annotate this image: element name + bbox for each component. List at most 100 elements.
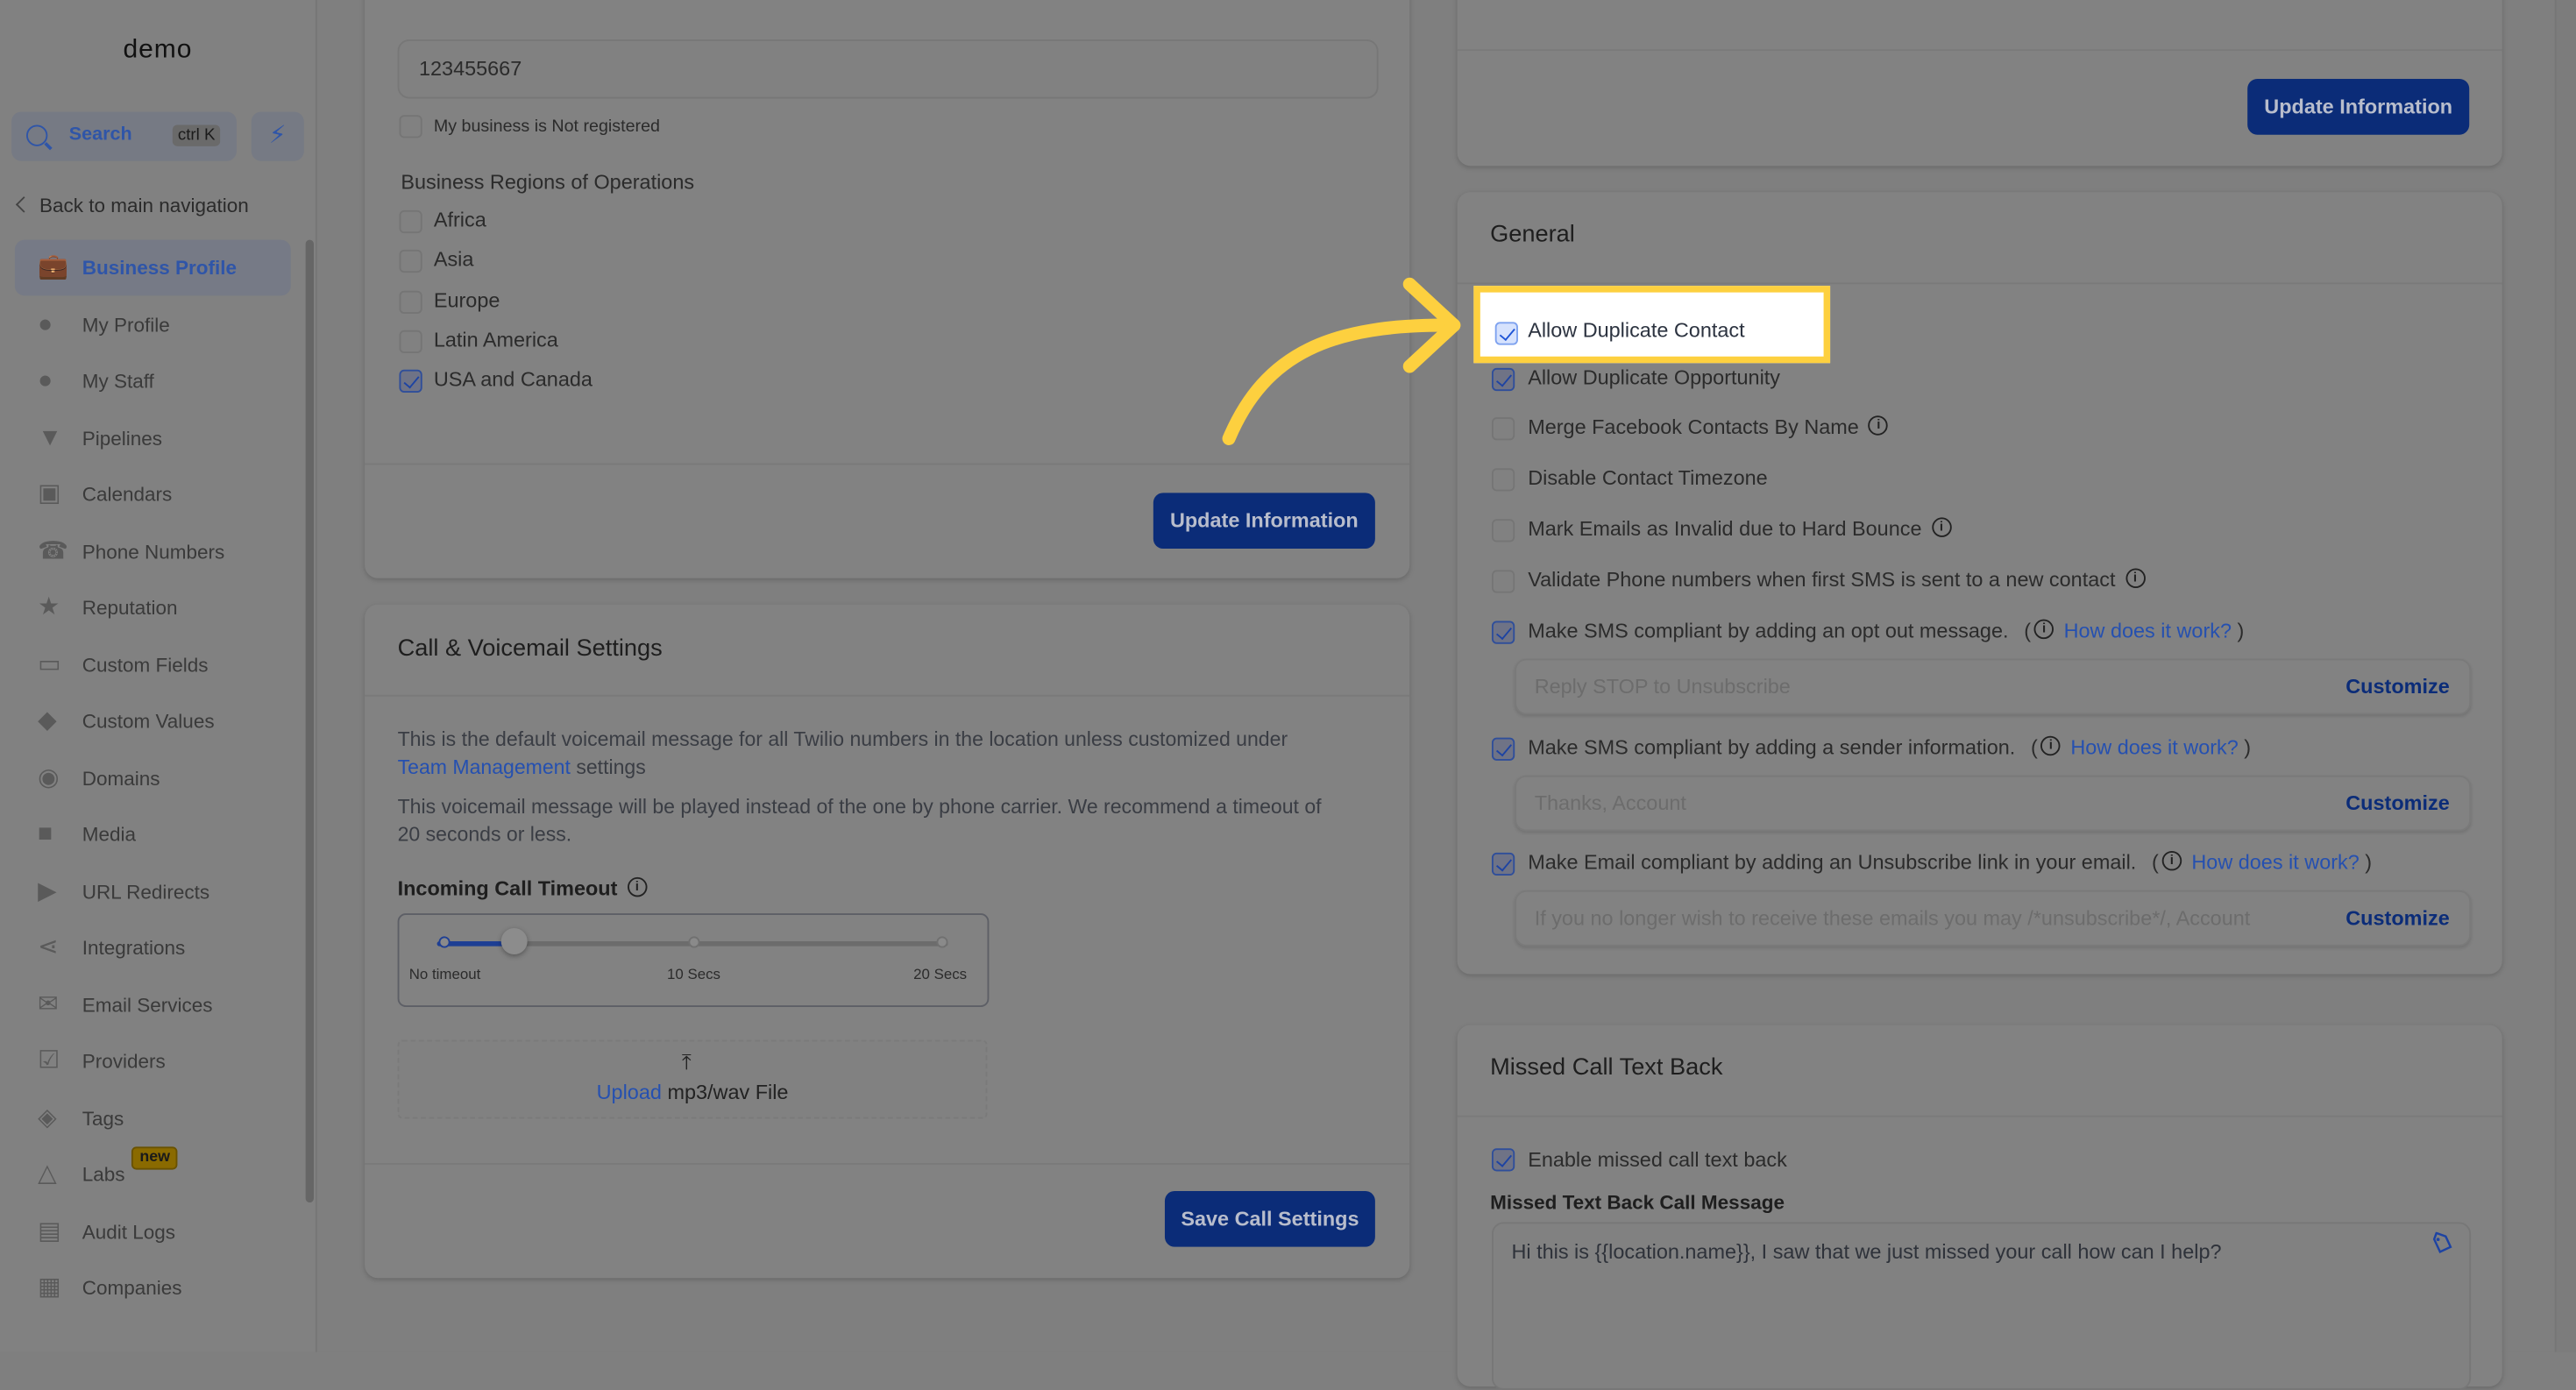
cursor-icon: ▶ (38, 876, 57, 904)
sidebar-item-providers[interactable]: ☑ Providers (15, 1033, 291, 1089)
card-divider (365, 463, 1410, 465)
desc-text: 20 seconds or less. (397, 823, 572, 847)
clipboard-check-icon: ☑ (38, 1046, 60, 1074)
general-option-label: Disable Contact Timezone (1528, 466, 1767, 489)
customize-button[interactable]: Customize (2345, 791, 2449, 814)
info-icon[interactable]: i (2040, 735, 2062, 756)
sidebar-item-custom-fields[interactable]: ▭ Custom Fields (15, 636, 291, 692)
option-text: Make Email compliant by adding an Unsubs… (1528, 850, 2137, 875)
update-information-button-2[interactable]: Update Information (2247, 78, 2470, 135)
sidebar-item-label: Reputation (82, 596, 178, 620)
info-icon[interactable]: i (1869, 415, 1889, 436)
customize-button[interactable]: Customize (2345, 907, 2449, 930)
upload-link[interactable]: Upload (597, 1081, 662, 1103)
how-does-it-work-link[interactable]: How does it work? (2191, 851, 2359, 874)
user-icon: ● (38, 365, 53, 394)
sidebar-item-pipelines[interactable]: ▼ Pipelines (15, 410, 291, 466)
general-option-checkbox[interactable] (1491, 367, 1515, 392)
info-icon[interactable]: i (2125, 568, 2146, 589)
slider-label: No timeout (408, 966, 481, 982)
not-registered-checkbox[interactable] (399, 115, 422, 138)
timeout-recommendation: This voicemail message will be played in… (398, 793, 1384, 849)
how-does-it-work-link[interactable]: How does it work? (2064, 620, 2232, 642)
sidebar-item-label: Companies (82, 1276, 182, 1300)
how-does-it-work-link[interactable]: How does it work? (2070, 736, 2238, 759)
back-to-main-nav[interactable]: Back to main navigation (15, 194, 249, 216)
sidebar-item-my-staff[interactable]: ● My Staff (15, 353, 291, 409)
slider-tick (936, 936, 948, 948)
slider-thumb[interactable] (500, 928, 528, 955)
quick-actions-button[interactable]: ⚡︎ (251, 111, 304, 161)
general-option-checkbox[interactable] (1491, 621, 1515, 644)
field-placeholder: If you no longer wish to receive these e… (1534, 906, 2251, 930)
upload-dropzone[interactable]: ⤒ Upload mp3/wav File (397, 1039, 988, 1119)
sidebar-item-audit-logs[interactable]: ▤ Audit Logs (15, 1203, 291, 1259)
enable-missed-call-checkbox[interactable] (1491, 1148, 1515, 1172)
call-settings-title: Call & Voicemail Settings (397, 635, 663, 663)
option-text: Disable Contact Timezone (1528, 466, 1768, 490)
general-option-checkbox[interactable] (1491, 737, 1515, 761)
region-checkbox[interactable] (399, 250, 422, 273)
info-icon[interactable]: i (2161, 850, 2182, 871)
compliance-message-field[interactable]: Thanks, Account Customize (1515, 775, 2472, 832)
annotation-arrow-icon (1222, 277, 1461, 445)
right-top-card: Update Information (1457, 0, 2502, 167)
option-text: Mark Emails as Invalid due to Hard Bounc… (1528, 517, 1922, 541)
team-management-link[interactable]: Team Management (398, 755, 571, 778)
upload-icon: ⤒ (681, 1049, 692, 1074)
regions-title: Business Regions of Operations (401, 170, 695, 195)
sidebar-item-integrations[interactable]: ⋖ Integrations (15, 920, 291, 976)
globe-icon: ◉ (38, 762, 60, 791)
timeout-label-text: Incoming Call Timeout (397, 876, 618, 901)
customize-button[interactable]: Customize (2345, 675, 2449, 698)
sidebar-scrollbar[interactable] (305, 239, 315, 1203)
sidebar-item-url-redirects[interactable]: ▶ URL Redirects (15, 863, 291, 919)
general-option-checkbox[interactable] (1491, 570, 1515, 593)
sidebar-item-custom-values[interactable]: ◆ Custom Values (15, 693, 291, 749)
sidebar-item-labs[interactable]: △ Labs new (15, 1146, 291, 1202)
sidebar-item-business-profile[interactable]: 💼 Business Profile (14, 239, 291, 296)
missed-message-textarea[interactable]: Hi this is {{location.name}}, I saw that… (1491, 1222, 2472, 1390)
general-option-label: Mark Emails as Invalid due to Hard Bounc… (1528, 517, 1952, 541)
sidebar: demo Search ctrl K ⚡︎ Back to main navig… (0, 0, 317, 1352)
registration-number-input[interactable]: 123455667 (397, 39, 1379, 99)
general-option-checkbox[interactable] (1491, 519, 1515, 543)
general-option-checkbox[interactable] (1491, 468, 1515, 492)
region-checkbox[interactable] (399, 290, 422, 314)
compliance-message-field[interactable]: Reply STOP to Unsubscribe Customize (1515, 658, 2472, 715)
compliance-message-field[interactable]: If you no longer wish to receive these e… (1515, 890, 2472, 947)
sidebar-item-calendars[interactable]: ▣ Calendars (15, 466, 291, 522)
region-label: Europe (433, 288, 500, 312)
info-icon[interactable]: i (2033, 619, 2054, 640)
sidebar-item-phone-numbers[interactable]: ☎ Phone Numbers (15, 523, 291, 579)
save-call-settings-button[interactable]: Save Call Settings (1164, 1190, 1375, 1247)
page-scrollbar[interactable] (2554, 0, 2576, 1352)
info-icon[interactable]: i (627, 876, 648, 897)
allow-duplicate-contact-checkbox[interactable] (1494, 322, 1518, 345)
funnel-icon: ▼ (38, 422, 62, 451)
update-information-button[interactable]: Update Information (1153, 493, 1375, 550)
sidebar-item-email-services[interactable]: ✉ Email Services (15, 976, 291, 1032)
search-button[interactable]: Search ctrl K (11, 111, 237, 161)
region-checkbox[interactable] (399, 330, 422, 353)
sidebar-item-companies[interactable]: ▦ Companies (15, 1260, 291, 1316)
sidebar-item-my-profile[interactable]: ● My Profile (15, 296, 291, 352)
sidebar-item-domains[interactable]: ◉ Domains (15, 750, 291, 806)
info-icon[interactable]: i (1931, 517, 1952, 537)
region-checkbox[interactable] (399, 370, 422, 394)
sidebar-item-tags[interactable]: ◈ Tags (15, 1090, 291, 1146)
general-option-checkbox[interactable] (1491, 852, 1515, 876)
sidebar-item-reputation[interactable]: ★ Reputation (15, 580, 291, 636)
desc-text: settings (576, 755, 646, 779)
sidebar-item-label: Custom Values (82, 709, 215, 733)
sidebar-item-label: Business Profile (82, 256, 237, 280)
sidebar-item-label: Integrations (82, 936, 186, 960)
general-option-checkbox[interactable] (1491, 417, 1515, 441)
calendar-icon: ▣ (38, 479, 61, 508)
tag-icon[interactable] (2430, 1231, 2452, 1255)
enable-missed-call-label: Enable missed call text back (1528, 1148, 1787, 1172)
region-checkbox[interactable] (399, 209, 422, 234)
slider-tick (688, 936, 700, 948)
chevron-left-icon (15, 196, 32, 213)
sidebar-item-media[interactable]: ■ Media (15, 806, 291, 862)
